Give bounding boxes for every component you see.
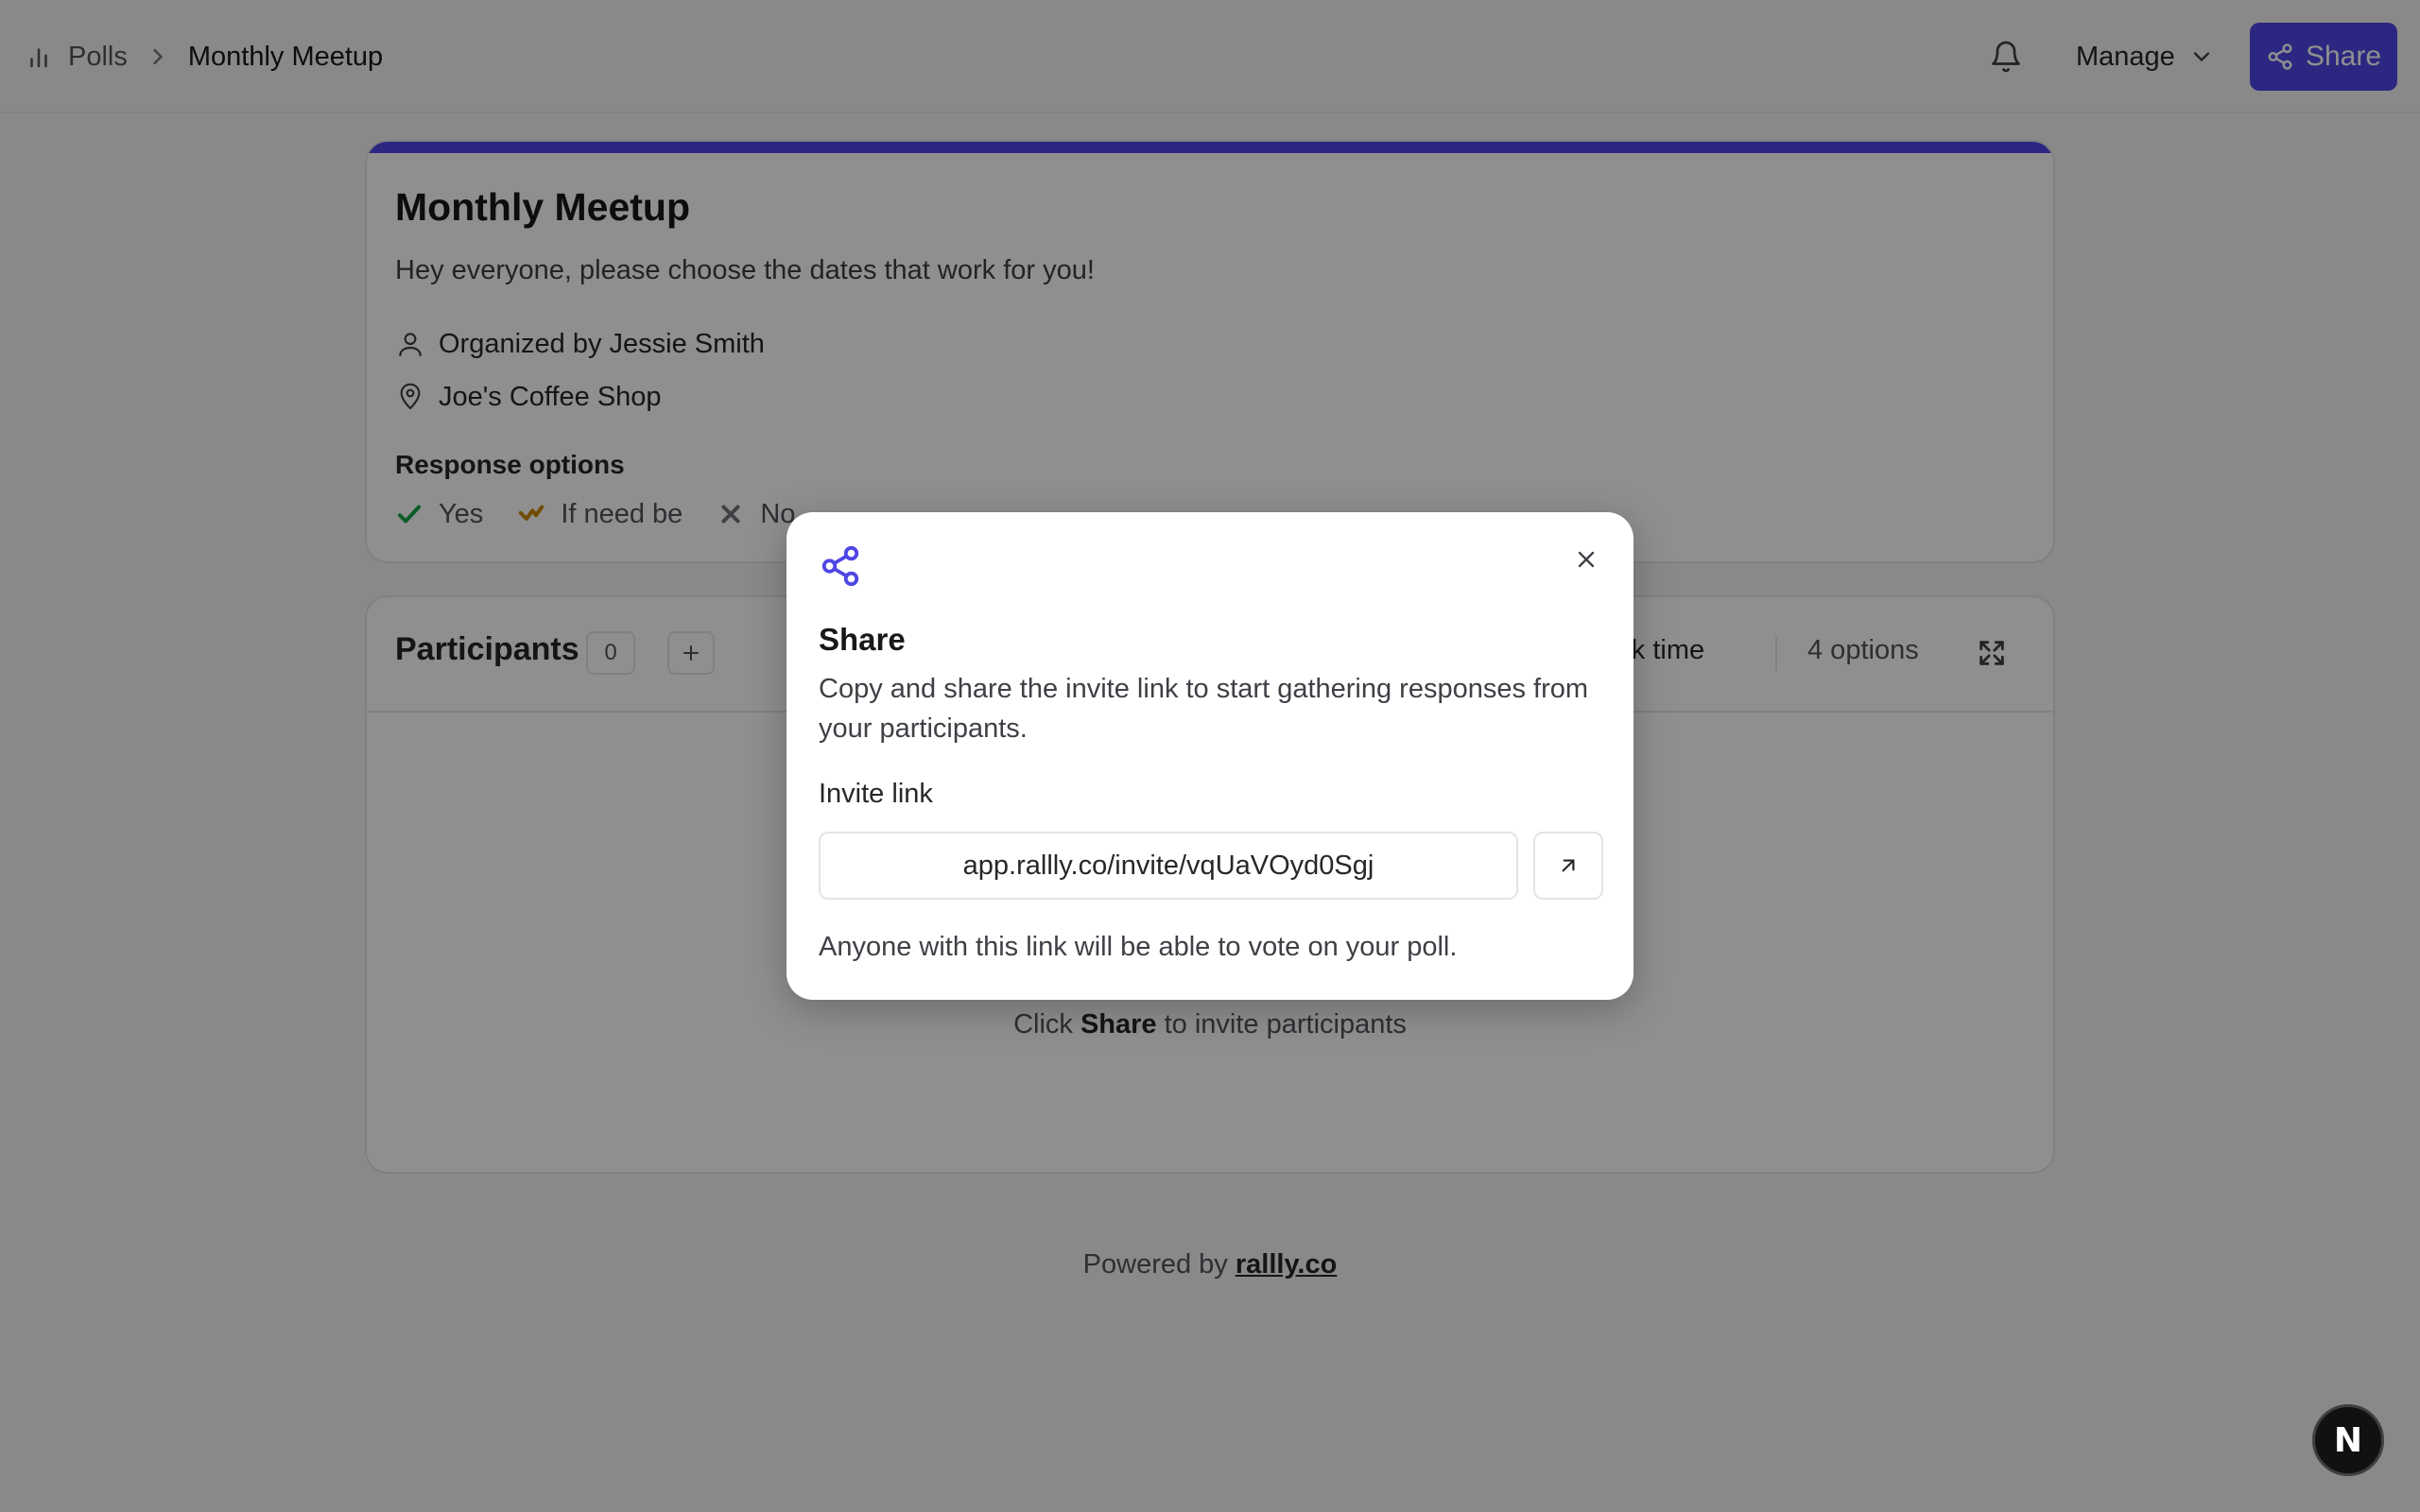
invite-link-input[interactable]: [819, 832, 1518, 900]
share-dialog: Share Copy and share the invite link to …: [786, 512, 1634, 1000]
invite-link-label: Invite link: [819, 779, 933, 809]
nextjs-dev-badge[interactable]: N: [2312, 1404, 2384, 1476]
share-icon: [821, 545, 859, 587]
close-icon: [1578, 551, 1595, 568]
arrow-up-right-icon: [1562, 859, 1575, 872]
invite-link-note: Anyone with this link will be able to vo…: [819, 932, 1458, 962]
open-invite-link-button[interactable]: [1533, 832, 1603, 900]
dialog-title: Share: [819, 622, 906, 657]
close-dialog-button[interactable]: [1569, 542, 1603, 576]
dialog-description: Copy and share the invite link to start …: [819, 674, 1589, 744]
badge-letter: N: [2333, 1420, 2363, 1460]
